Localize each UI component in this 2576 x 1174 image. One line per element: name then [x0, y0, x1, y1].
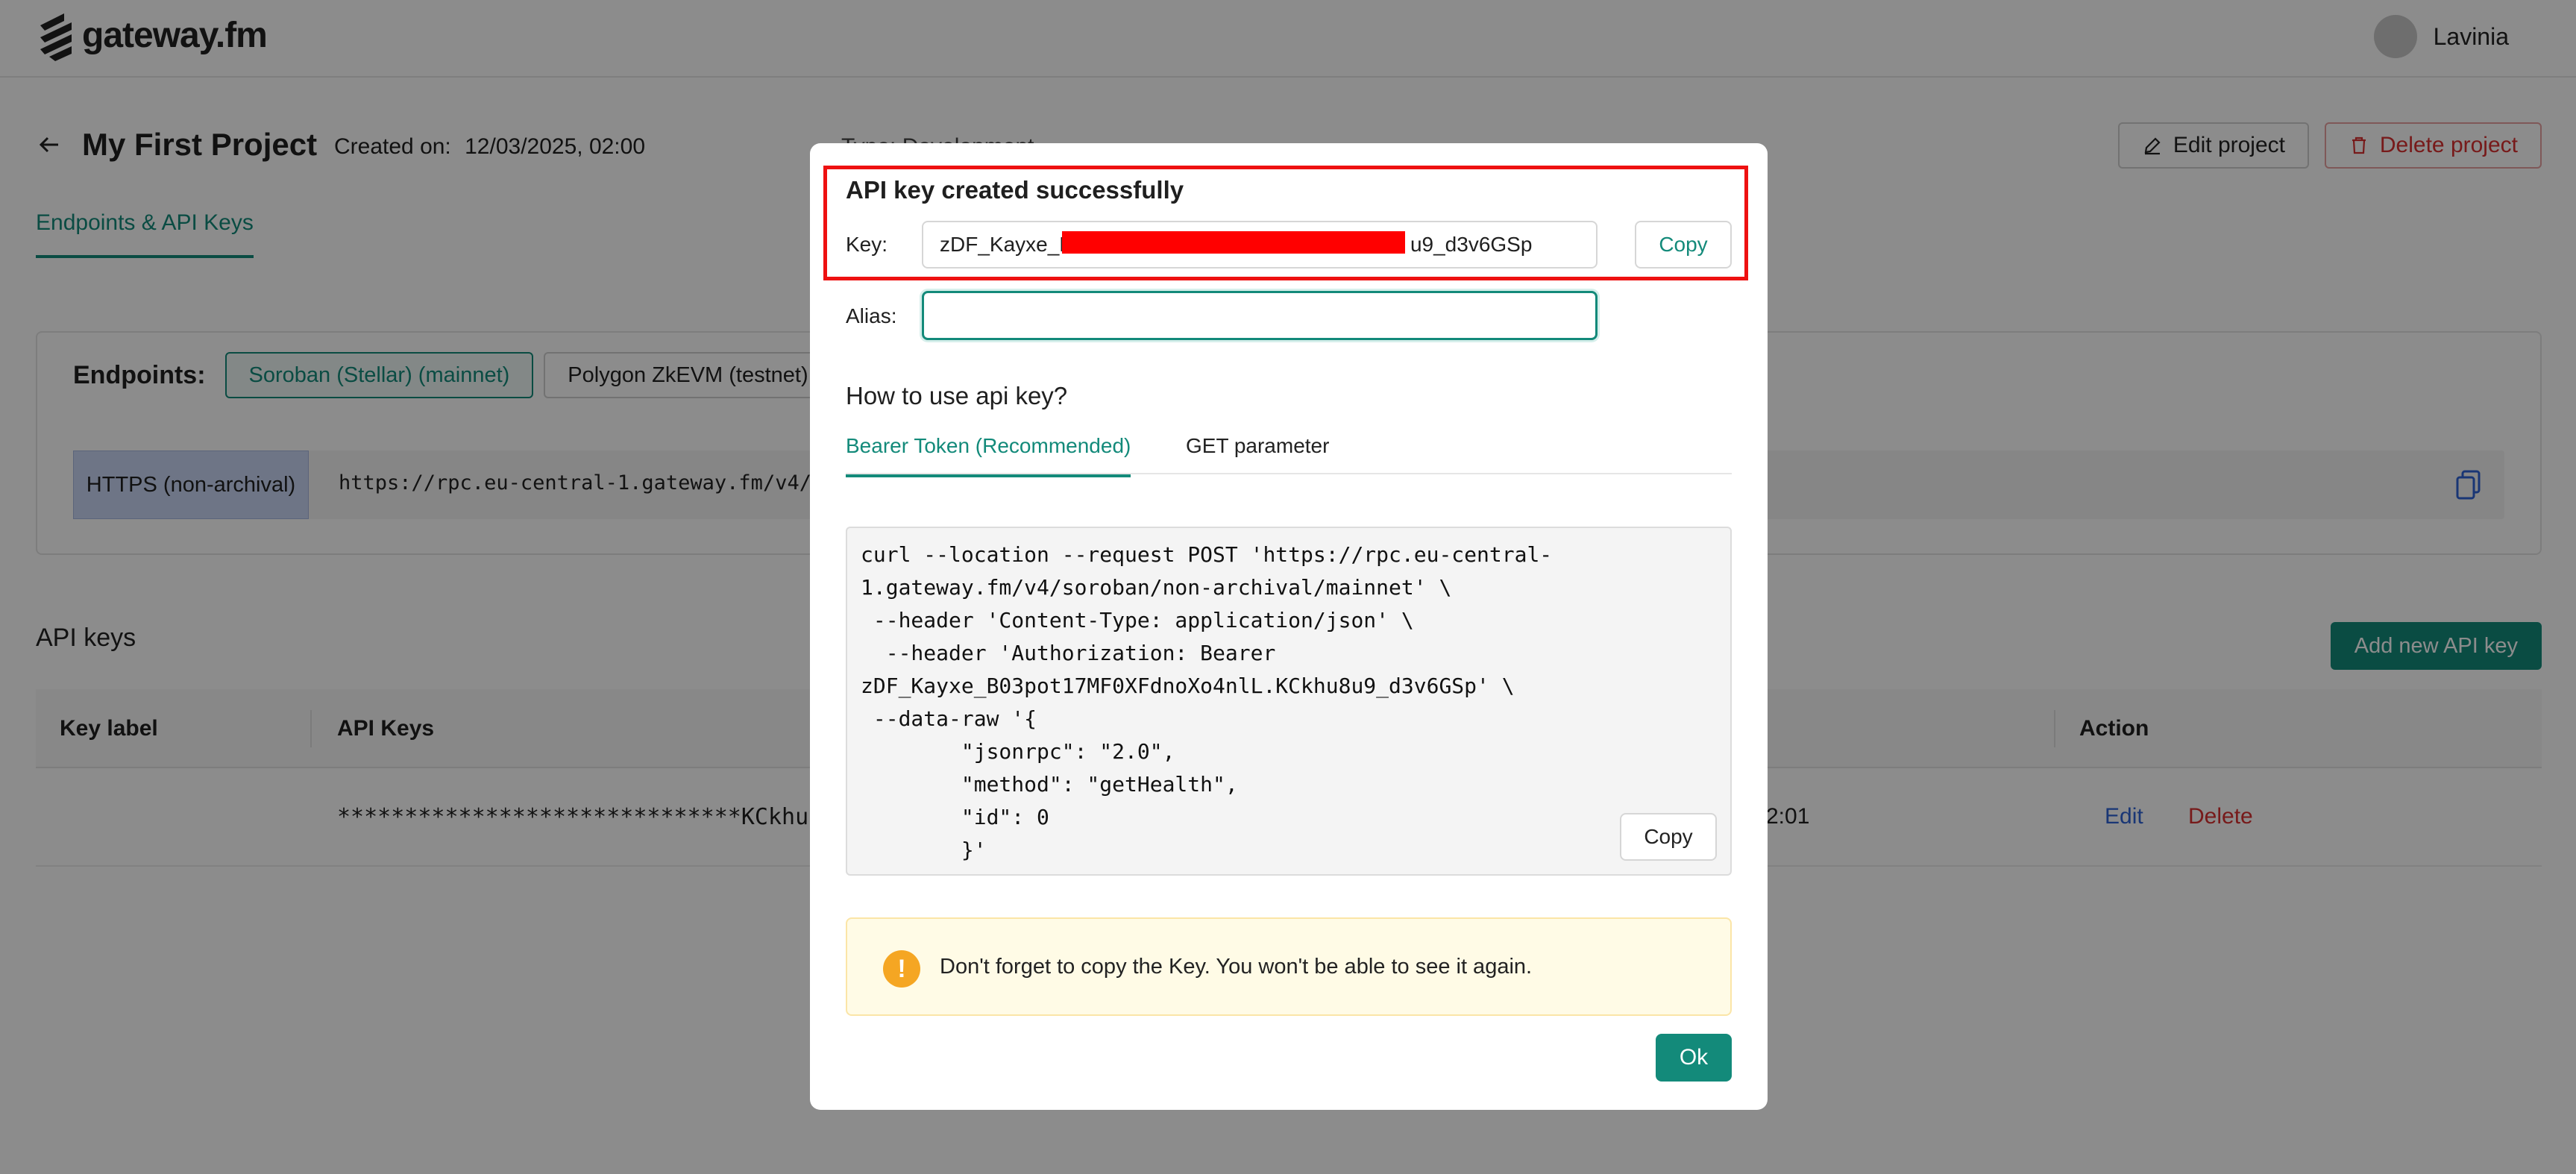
- redaction-bar: [1062, 231, 1405, 254]
- warning-text: Don't forget to copy the Key. You won't …: [940, 955, 1533, 979]
- tab-bearer-token[interactable]: Bearer Token (Recommended): [846, 434, 1131, 477]
- copy-key-button[interactable]: Copy: [1635, 221, 1732, 269]
- api-key-end: u9_d3v6GSp: [1410, 233, 1533, 256]
- howto-title: How to use api key?: [846, 382, 1068, 409]
- code-text: curl --location --request POST 'https://…: [861, 542, 1553, 862]
- ok-button[interactable]: Ok: [1656, 1034, 1732, 1082]
- copy-code-button[interactable]: Copy: [1620, 813, 1717, 861]
- dialog-title: API key created successfully: [846, 176, 1184, 204]
- key-label: Key:: [846, 233, 888, 256]
- warning-alert: ! Don't forget to copy the Key. You won'…: [846, 917, 1732, 1016]
- api-key-created-dialog: API key created successfully Key: zDF_Ka…: [810, 143, 1768, 1110]
- usage-tabs: Bearer Token (Recommended) GET parameter: [846, 434, 1732, 477]
- alias-input[interactable]: [922, 291, 1598, 340]
- tab-get-parameter[interactable]: GET parameter: [1186, 434, 1329, 474]
- alias-label: Alias:: [846, 304, 897, 327]
- warning-icon: !: [883, 950, 920, 988]
- api-key-start: zDF_Kayxe_B: [940, 233, 1073, 256]
- code-snippet: curl --location --request POST 'https://…: [846, 527, 1732, 876]
- api-key-field[interactable]: zDF_Kayxe_B u9_d3v6GSp: [922, 221, 1598, 269]
